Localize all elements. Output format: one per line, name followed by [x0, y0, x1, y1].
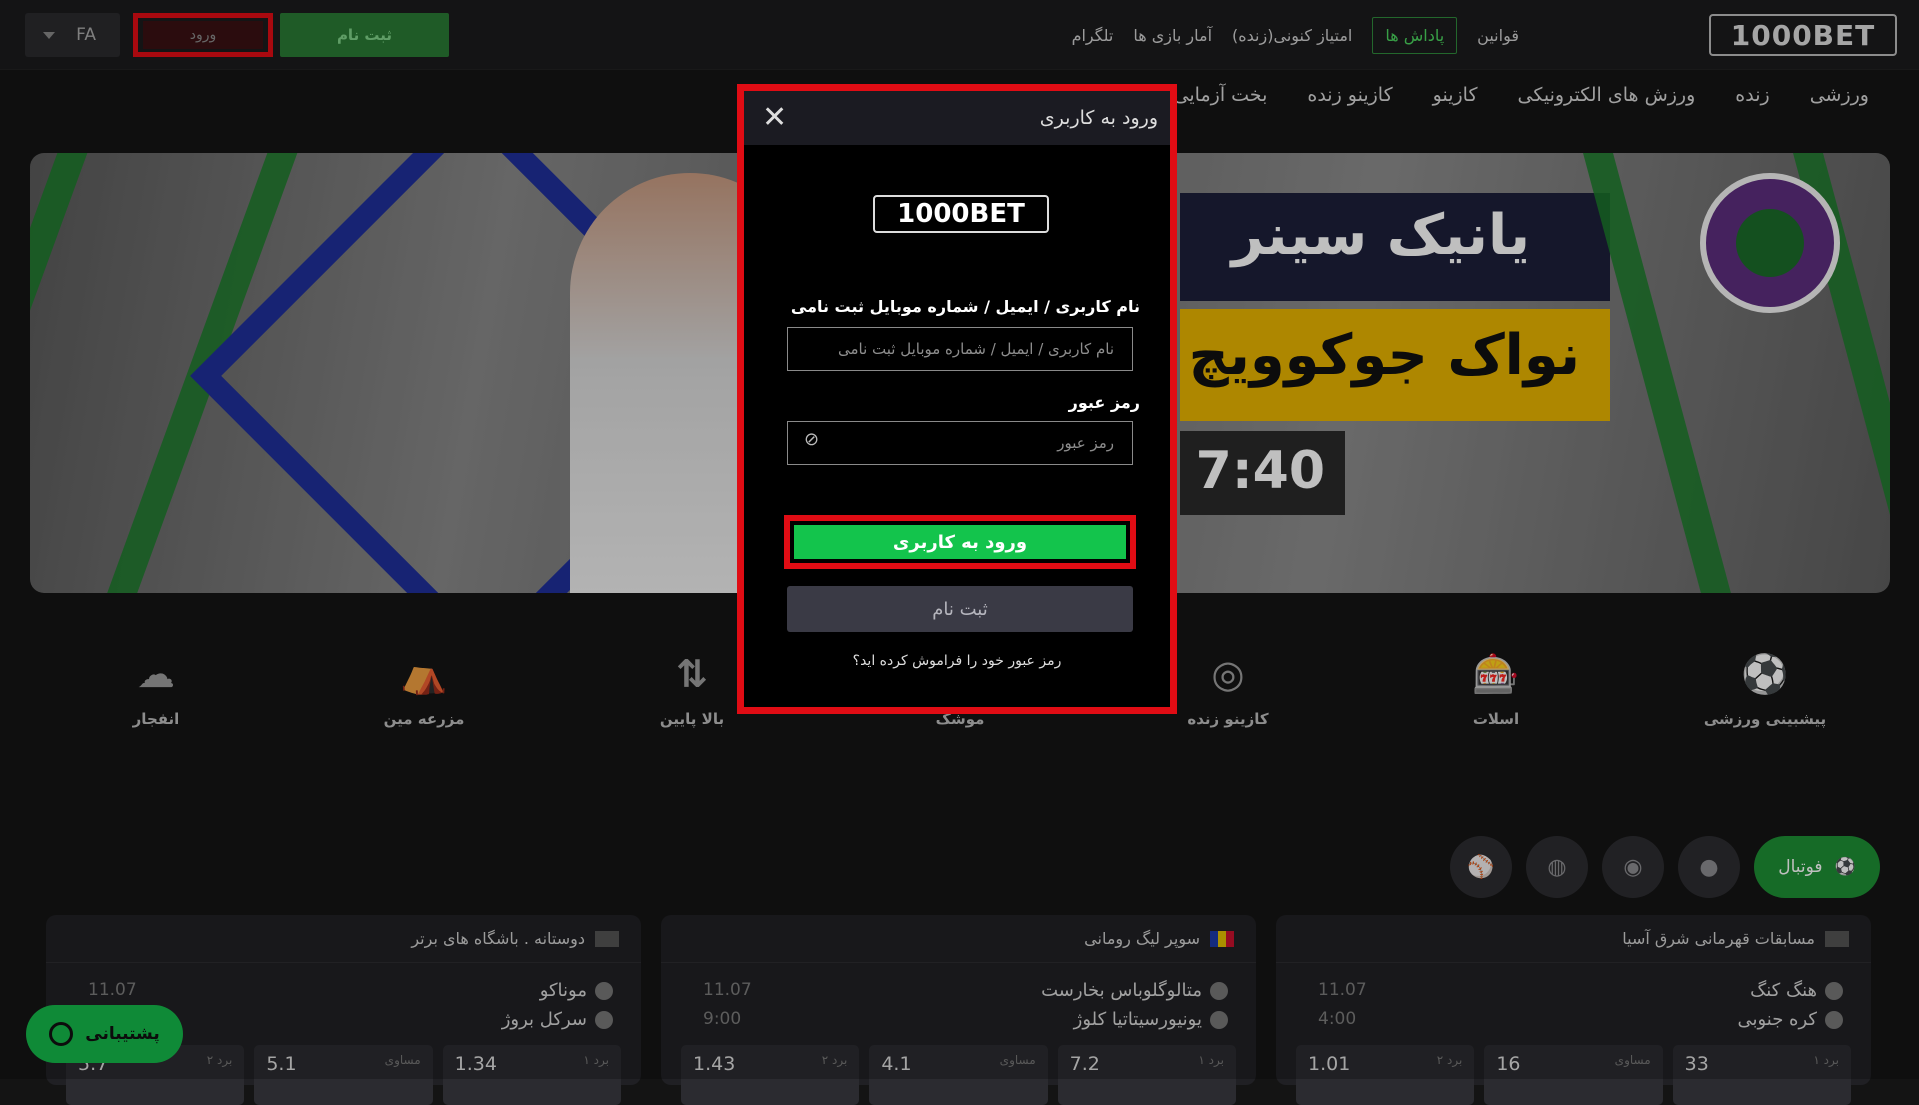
- forgot-password-link[interactable]: رمز عبور خود را فراموش کرده اید؟: [744, 653, 1170, 669]
- login-submit-button[interactable]: ورود به کاربری: [794, 525, 1126, 559]
- password-label: رمز عبور: [1068, 393, 1140, 412]
- close-icon[interactable]: ✕: [762, 103, 787, 133]
- login-modal: ✕ ورود به کاربری 1000BET نام کاربری / ای…: [744, 91, 1170, 707]
- username-field[interactable]: [787, 327, 1133, 371]
- eye-slash-icon[interactable]: ⊘: [804, 429, 819, 450]
- modal-header: ✕ ورود به کاربری: [744, 91, 1170, 145]
- modal-logo: 1000BET: [873, 195, 1049, 233]
- modal-title: ورود به کاربری: [1039, 107, 1158, 129]
- username-label: نام کاربری / ایمیل / شماره موبایل ثبت نا…: [790, 297, 1140, 316]
- password-field[interactable]: [787, 421, 1133, 465]
- register-button[interactable]: ثبت نام: [787, 586, 1133, 632]
